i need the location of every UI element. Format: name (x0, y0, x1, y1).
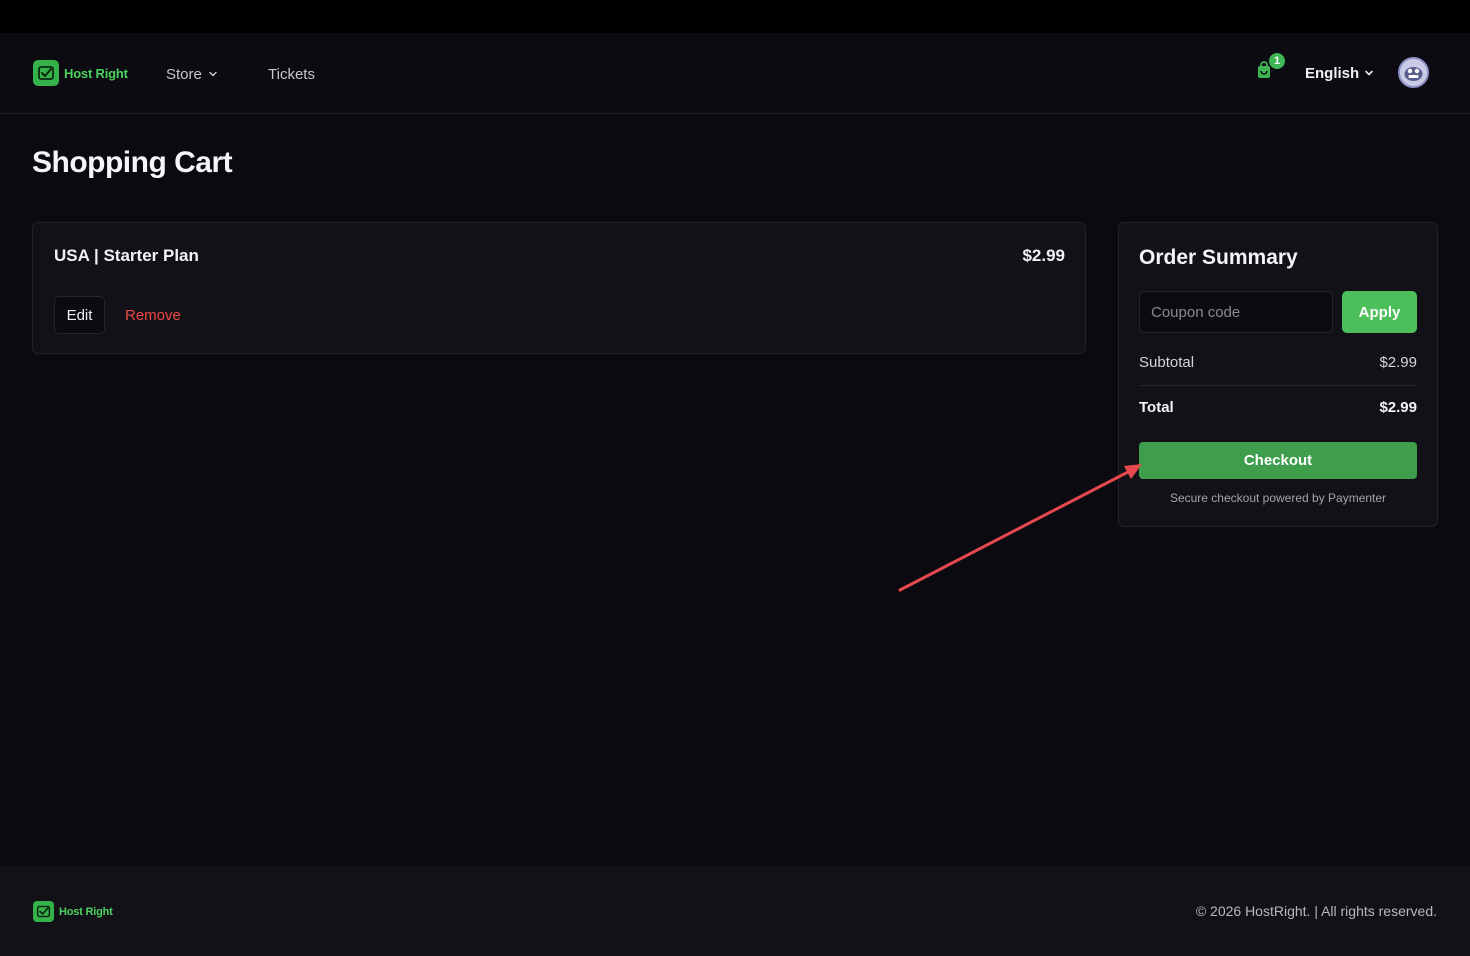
nav-store-dropdown[interactable]: Store (166, 63, 218, 85)
language-label: English (1305, 64, 1360, 82)
cart-item-name: USA | Starter Plan (54, 246, 199, 265)
subtotal-value: $2.99 (1379, 354, 1417, 371)
copyright-text: © 2026 HostRight. | All rights reserved. (1195, 903, 1437, 919)
check-logo-icon (33, 901, 54, 922)
top-strip (0, 0, 1470, 33)
subtotal-label: Subtotal (1139, 354, 1195, 371)
cart-count-badge: 1 (1269, 53, 1285, 69)
page-title: Shopping Cart (32, 146, 233, 179)
total-value: $2.99 (1379, 399, 1417, 416)
apply-coupon-button[interactable]: Apply (1342, 291, 1417, 333)
coupon-code-input[interactable] (1139, 291, 1333, 333)
navbar: Host Right Store Tickets (0, 33, 1470, 114)
nav-tickets-link[interactable]: Tickets (268, 63, 315, 85)
checkout-button[interactable]: Checkout (1139, 442, 1417, 479)
brand-logo-link[interactable]: Host Right (33, 60, 128, 86)
secure-checkout-note: Secure checkout powered by Paymenter (1169, 491, 1387, 505)
user-avatar[interactable] (1398, 57, 1429, 88)
cart-item-price: $2.99 (1022, 246, 1065, 265)
subtotal-row: Subtotal $2.99 (1139, 354, 1417, 371)
order-summary-card: Order Summary Apply Subtotal $2.99 Total… (1118, 222, 1438, 527)
remove-item-button[interactable]: Remove (125, 296, 181, 334)
footer-brand-name: Host Right (59, 905, 113, 918)
footer-brand-link[interactable]: Host Right (33, 901, 113, 922)
brand-name: Host Right (64, 65, 128, 81)
summary-divider (1139, 385, 1417, 386)
edit-item-button[interactable]: Edit (54, 296, 105, 334)
order-summary-title: Order Summary (1139, 246, 1298, 269)
chevron-down-icon (1364, 65, 1374, 82)
language-dropdown[interactable]: English (1305, 63, 1374, 83)
nav-store-label: Store (166, 65, 202, 83)
total-label: Total (1139, 399, 1174, 416)
footer: Host Right © 2026 HostRight. | All right… (0, 866, 1470, 956)
chevron-down-icon (208, 66, 218, 83)
annotation-arrow-shaft (898, 470, 1130, 592)
total-row: Total $2.99 (1139, 399, 1417, 416)
check-logo-icon (33, 60, 59, 86)
cart-item-card: USA | Starter Plan $2.99 Edit Remove (32, 222, 1086, 354)
